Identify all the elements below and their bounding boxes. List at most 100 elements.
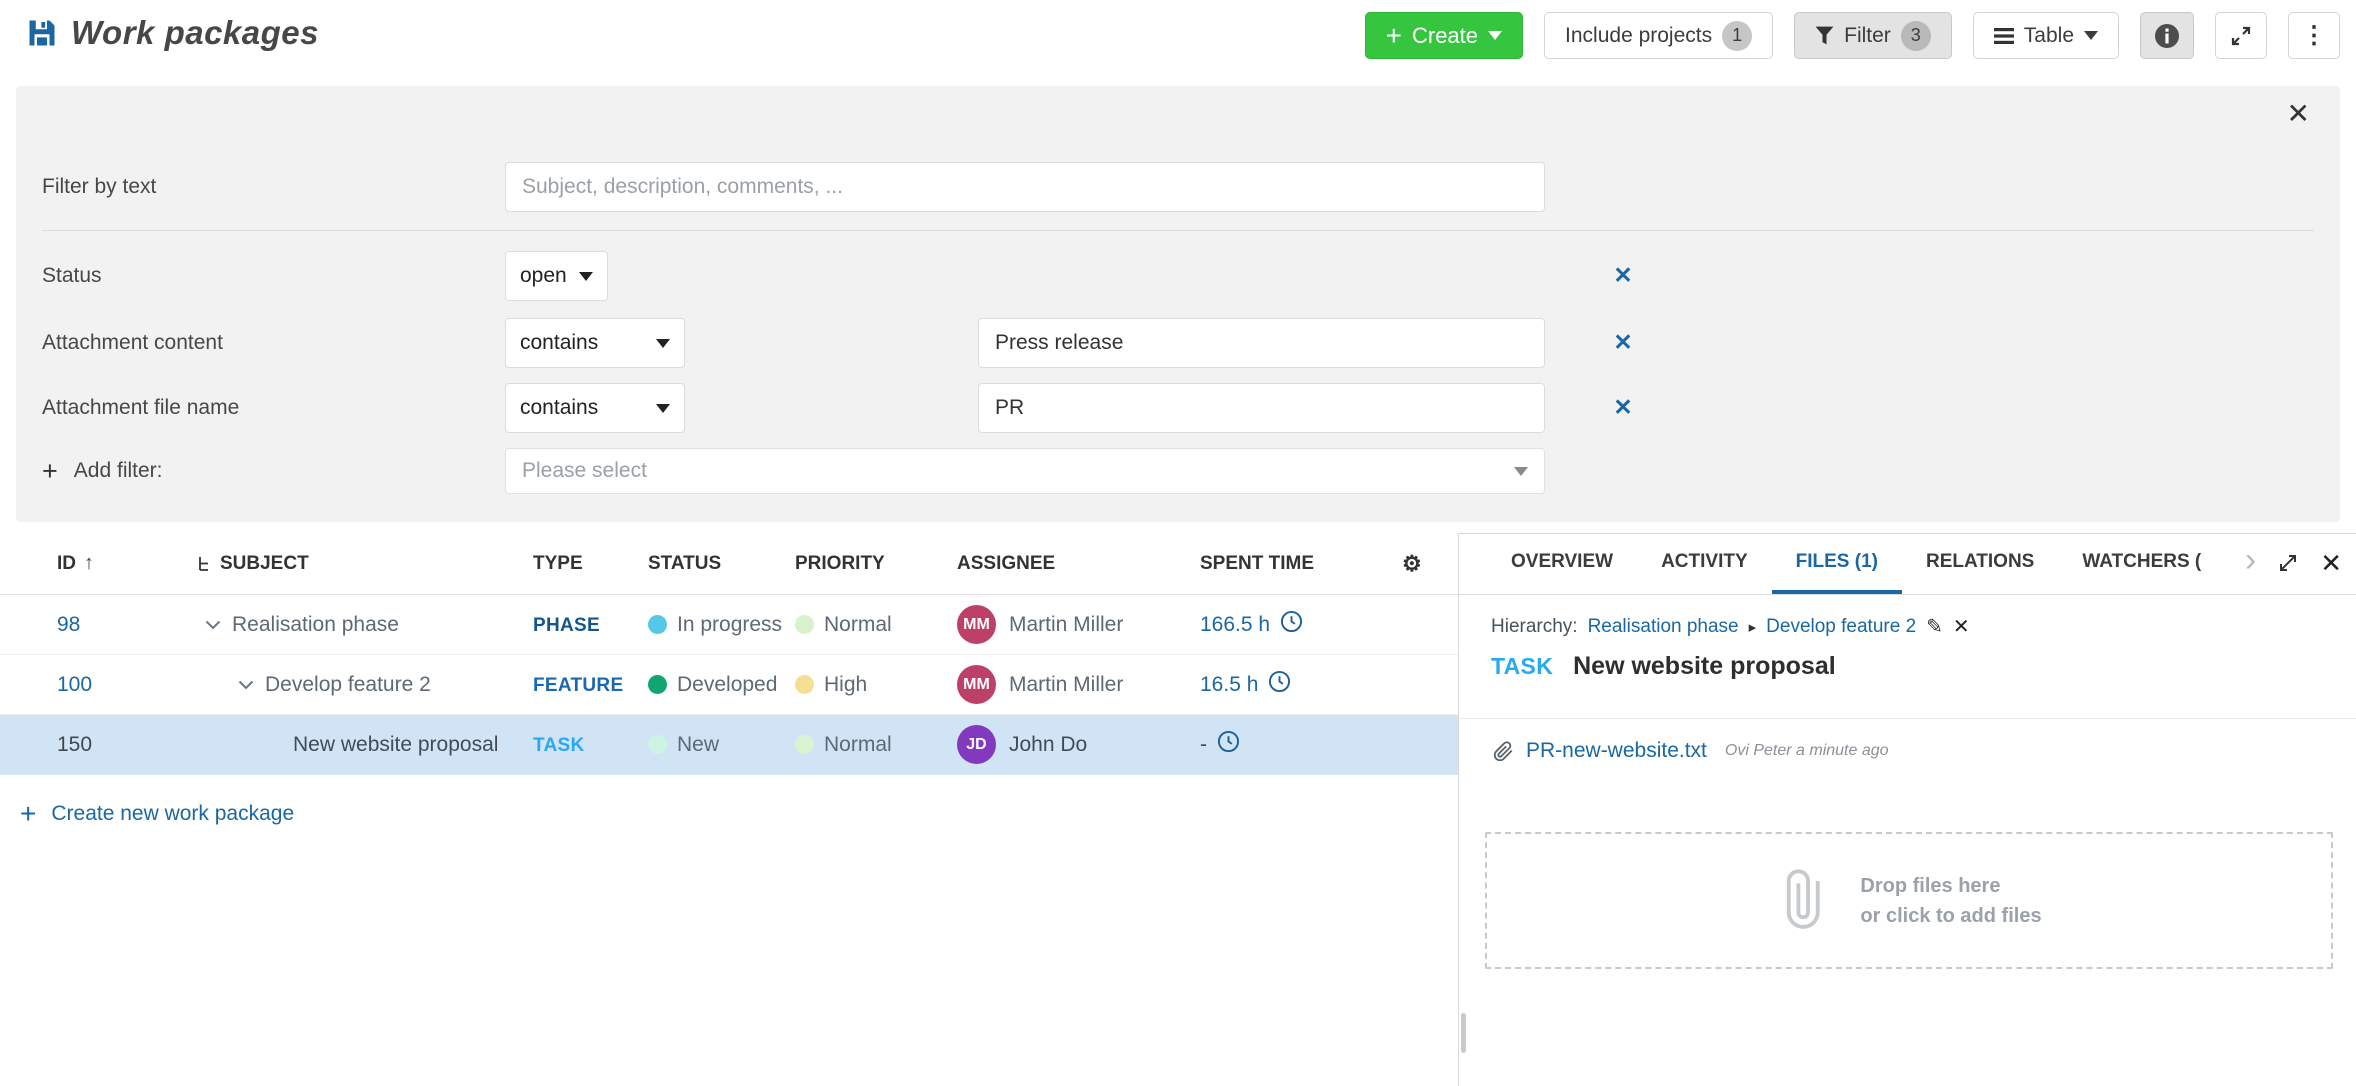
more-menu-button[interactable]: ⋮ (2288, 12, 2340, 59)
tab-relations[interactable]: RELATIONS (1902, 534, 2058, 594)
attachment-list-item[interactable]: PR-new-website.txt Ovi Peter a minute ag… (1493, 739, 1889, 763)
tab-watchers[interactable]: WATCHERS ( (2058, 534, 2225, 594)
spent-time-link[interactable]: 16.5 h (1200, 673, 1258, 697)
remove-hierarchy-icon[interactable]: ✕ (1953, 614, 1970, 639)
table-settings-button[interactable]: ⚙ (1402, 551, 1458, 577)
tab-files[interactable]: FILES (1) (1772, 534, 1902, 594)
subject-text[interactable]: Realisation phase (232, 613, 399, 637)
type-label[interactable]: TASK (533, 735, 585, 756)
type-label[interactable]: FEATURE (533, 675, 623, 696)
table-header-row: ID ↑ SUBJECT TYPE STATUS PRIORITY ASSIGN… (0, 533, 1458, 595)
subject-text[interactable]: Develop feature 2 (265, 673, 431, 697)
filter-panel-close-icon[interactable]: ✕ (2287, 100, 2310, 128)
hierarchy-child-link[interactable]: Develop feature 2 (1766, 616, 1916, 638)
assignee-name[interactable]: Martin Miller (1009, 673, 1123, 697)
tab-overview[interactable]: OVERVIEW (1487, 534, 1637, 594)
status-text[interactable]: Developed (677, 673, 777, 697)
attachment-content-value-input[interactable] (978, 318, 1545, 368)
column-header-spent-time[interactable]: SPENT TIME (1200, 553, 1402, 575)
tab-activity[interactable]: ACTIVITY (1637, 534, 1772, 594)
info-icon (2154, 23, 2180, 49)
create-button[interactable]: + Create (1365, 12, 1523, 59)
filter-by-text-input[interactable] (505, 162, 1545, 212)
arrow-right-icon: ▸ (1749, 618, 1757, 636)
attachment-content-operator-select[interactable]: contains (505, 318, 685, 368)
expand-panel-icon[interactable] (2276, 551, 2300, 575)
attachment-file-link[interactable]: PR-new-website.txt (1526, 739, 1707, 763)
remove-status-filter-icon[interactable]: ✕ (1610, 262, 1636, 289)
spent-time-link[interactable]: - (1200, 733, 1207, 757)
edit-hierarchy-icon[interactable]: ✎ (1926, 614, 1943, 639)
assignee-name[interactable]: John Do (1009, 733, 1087, 757)
priority-text[interactable]: Normal (824, 613, 892, 637)
filter-funnel-icon (1815, 26, 1834, 45)
task-type-label[interactable]: TASK (1491, 653, 1553, 680)
collapse-chevron-icon[interactable] (205, 620, 221, 630)
clock-icon[interactable] (1268, 670, 1291, 699)
assignee-name[interactable]: Martin Miller (1009, 613, 1123, 637)
top-toolbar: Work packages + Create Include projects … (0, 0, 2356, 72)
priority-text[interactable]: Normal (824, 733, 892, 757)
include-projects-count-badge: 1 (1722, 21, 1752, 51)
save-icon (27, 18, 57, 48)
filter-by-text-label: Filter by text (42, 162, 156, 212)
column-header-id[interactable]: ID ↑ (0, 552, 197, 575)
work-package-detail-panel: OVERVIEW ACTIVITY FILES (1) RELATIONS WA… (1458, 533, 2356, 1086)
fullscreen-icon (2229, 24, 2253, 48)
status-text[interactable]: New (677, 733, 719, 757)
priority-dot (795, 615, 814, 634)
add-filter-label: Add filter: (74, 448, 163, 494)
avatar[interactable]: JD (957, 725, 996, 764)
chevron-down-icon (1488, 31, 1502, 40)
spent-time-link[interactable]: 166.5 h (1200, 613, 1270, 637)
add-filter-select[interactable]: Please select (505, 448, 1545, 494)
tab-action-icons: › ✕ (2239, 534, 2356, 591)
chevron-down-icon (2084, 31, 2098, 40)
table-row-selected[interactable]: 150 New website proposal TASK New Normal… (0, 715, 1458, 775)
status-text[interactable]: In progress (677, 613, 782, 637)
clock-icon[interactable] (1280, 610, 1303, 639)
column-header-priority[interactable]: PRIORITY (795, 553, 957, 575)
sort-ascending-icon: ↑ (84, 552, 94, 575)
attachment-file-name-value-input[interactable] (978, 383, 1545, 433)
column-header-status[interactable]: STATUS (648, 553, 795, 575)
info-button[interactable] (2140, 12, 2194, 59)
fullscreen-button[interactable] (2215, 12, 2267, 59)
status-dot (648, 675, 667, 694)
column-header-type[interactable]: TYPE (533, 553, 648, 575)
subject-text[interactable]: New website proposal (293, 733, 498, 757)
remove-attachment-file-name-filter-icon[interactable]: ✕ (1610, 394, 1636, 421)
priority-text[interactable]: High (824, 673, 867, 697)
work-package-id-link[interactable]: 98 (57, 613, 80, 636)
file-dropzone[interactable]: Drop files here or click to add files (1485, 832, 2333, 969)
work-package-id-link[interactable]: 100 (57, 673, 92, 696)
filter-button[interactable]: Filter 3 (1794, 12, 1952, 59)
avatar[interactable]: MM (957, 605, 996, 644)
table-view-button[interactable]: Table (1973, 12, 2119, 59)
column-header-subject[interactable]: SUBJECT (197, 553, 533, 575)
hierarchy-parent-link[interactable]: Realisation phase (1588, 616, 1739, 638)
work-package-id-link[interactable]: 150 (57, 733, 92, 756)
type-label[interactable]: PHASE (533, 615, 600, 636)
plus-icon: + (42, 448, 58, 494)
status-dot (648, 735, 667, 754)
page-title-group: Work packages (27, 14, 319, 52)
remove-attachment-content-filter-icon[interactable]: ✕ (1610, 329, 1636, 356)
kebab-icon: ⋮ (2302, 24, 2326, 48)
plus-icon: + (1386, 22, 1402, 50)
clock-icon[interactable] (1217, 730, 1240, 759)
collapse-chevron-icon[interactable] (238, 680, 254, 690)
tabs-scroll-right-icon[interactable]: › (2245, 543, 2256, 577)
table-row[interactable]: 98 Realisation phase PHASE In progress N… (0, 595, 1458, 655)
close-panel-icon[interactable]: ✕ (2320, 550, 2342, 576)
create-new-work-package-link[interactable]: + Create new work package (20, 800, 294, 828)
attachment-file-name-operator-select[interactable]: contains (505, 383, 685, 433)
include-projects-button[interactable]: Include projects 1 (1544, 12, 1773, 59)
avatar[interactable]: MM (957, 665, 996, 704)
table-scrollbar-thumb[interactable] (1461, 1013, 1466, 1053)
table-row[interactable]: 100 Develop feature 2 FEATURE Developed … (0, 655, 1458, 715)
status-operator-select[interactable]: open (505, 251, 608, 301)
task-title-text[interactable]: New website proposal (1573, 652, 1836, 681)
filter-panel: ✕ Filter by text Status open ✕ Attachmen… (16, 86, 2340, 522)
column-header-assignee[interactable]: ASSIGNEE (957, 553, 1200, 575)
